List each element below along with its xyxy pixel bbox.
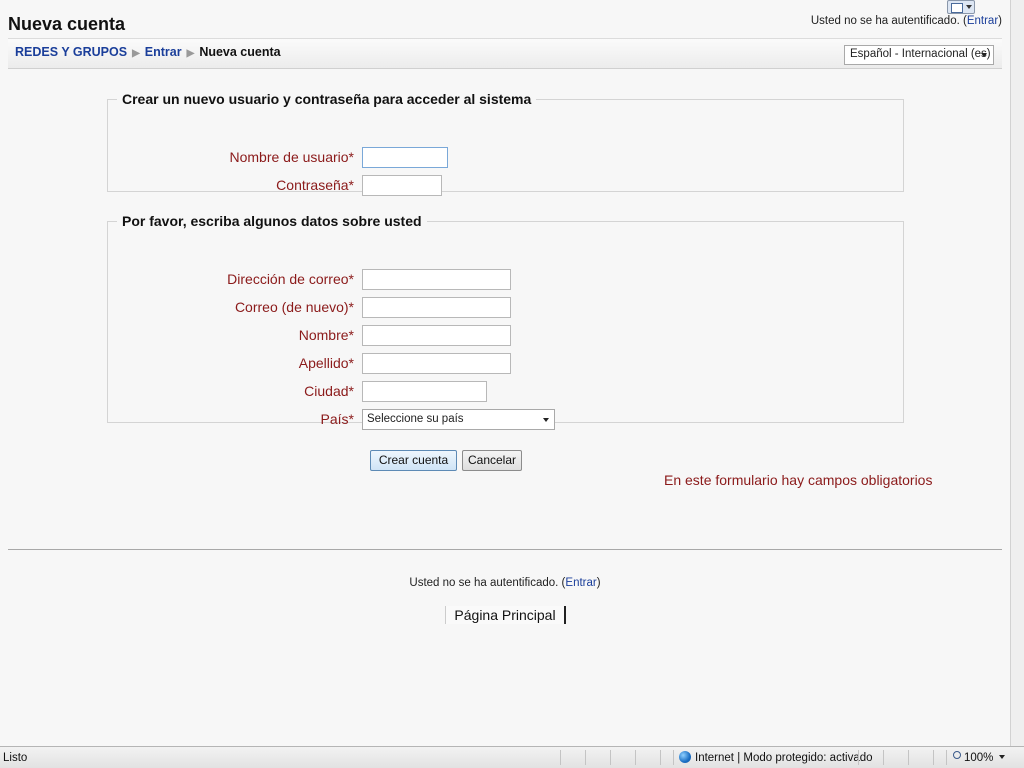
status-divider [610, 750, 611, 765]
form-row-city: Ciudad* [108, 381, 903, 403]
firstname-label: Nombre* [298, 327, 354, 343]
page-title: Nueva cuenta [8, 14, 126, 34]
country-label: País* [320, 411, 354, 427]
chevron-down-icon [981, 53, 987, 57]
login-link[interactable]: Entrar [967, 15, 998, 27]
status-divider [946, 750, 947, 765]
details-fieldset: Por favor, escriba algunos datos sobre u… [107, 213, 904, 430]
login-status-close: ) [998, 15, 1002, 27]
required-fields-note: En este formulario hay campos obligatori… [664, 472, 933, 488]
email-label: Dirección de correo* [227, 271, 354, 287]
form-row-lastname: Apellido* [108, 353, 903, 375]
zoom-dropdown-icon[interactable] [999, 755, 1005, 759]
status-divider [933, 750, 934, 765]
lastname-label: Apellido* [298, 355, 354, 371]
footer-divider [8, 549, 1002, 550]
country-select-value: Seleccione su país [367, 413, 464, 425]
login-info: Usted no se ha autentificado. (Entrar) [811, 15, 1002, 27]
footer-login-info: Usted no se ha autentificado. (Entrar) [0, 577, 1010, 589]
create-account-button[interactable]: Crear cuenta [370, 450, 457, 471]
navigation-bar: REDES Y GRUPOS ▶ Entrar ▶ Nueva cuenta Españ… [8, 38, 1002, 69]
form-row-email-confirm: Correo (de nuevo)* [108, 297, 903, 319]
city-label: Ciudad* [304, 383, 354, 399]
email-input[interactable] [362, 269, 511, 290]
language-select-value: Español - Internacional (es) [850, 48, 991, 60]
breadcrumb-current: Nueva cuenta [199, 45, 281, 59]
footer-login-link[interactable]: Entrar [565, 577, 596, 589]
footer-login-close: ) [596, 577, 601, 589]
lastname-input[interactable] [362, 353, 511, 374]
breadcrumb-login-link[interactable]: Entrar [145, 45, 182, 59]
form-row-country: País* Seleccione su país [108, 409, 903, 431]
email-confirm-label: Correo (de nuevo)* [234, 299, 354, 315]
breadcrumb: REDES Y GRUPOS ▶ Entrar ▶ Nueva cuenta [15, 45, 281, 59]
username-label: Nombre de usuario* [229, 149, 354, 165]
globe-icon [679, 751, 691, 763]
page-options-icon[interactable] [947, 0, 975, 14]
status-divider [585, 750, 586, 765]
home-page-link[interactable]: Página Principal [445, 606, 566, 624]
status-divider [883, 750, 884, 765]
login-status-text: Usted no se ha autentificado. ( [810, 15, 967, 27]
form-row-email: Dirección de correo* [108, 269, 903, 291]
footer-login-text: Usted no se ha autentificado. ( [409, 577, 566, 589]
browser-status-bar: Listo Internet | Modo protegido: activad… [0, 746, 1024, 768]
cancel-button[interactable]: Cancelar [462, 450, 522, 471]
vertical-scrollbar[interactable] [1010, 0, 1024, 746]
details-legend: Por favor, escriba algunos datos sobre u… [122, 213, 422, 229]
account-fieldset: Crear un nuevo usuario y contraseña para… [107, 91, 904, 196]
form-row-password: Contraseña* [108, 175, 903, 197]
chevron-down-icon [543, 418, 549, 422]
status-divider [635, 750, 636, 765]
zoom-level[interactable]: 100% [964, 752, 993, 764]
city-input[interactable] [362, 381, 487, 402]
firstname-input[interactable] [362, 325, 511, 346]
account-legend: Crear un nuevo usuario y contraseña para… [122, 91, 532, 107]
status-divider [560, 750, 561, 765]
password-input[interactable] [362, 175, 442, 196]
form-row-firstname: Nombre* [108, 325, 903, 347]
breadcrumb-separator-icon: ▶ [186, 48, 195, 59]
password-label: Contraseña* [276, 177, 354, 193]
status-text: Listo [3, 752, 28, 764]
status-divider [908, 750, 909, 765]
username-input[interactable] [362, 147, 448, 168]
browser-page: Nueva cuenta Usted no se ha autentificad… [0, 0, 1010, 746]
language-select[interactable]: Español - Internacional (es) [844, 45, 994, 65]
status-divider [858, 750, 859, 765]
zoom-icon[interactable] [953, 751, 961, 759]
breadcrumb-separator-icon: ▶ [132, 48, 140, 59]
email-confirm-input[interactable] [362, 297, 511, 318]
status-divider [660, 750, 661, 765]
security-zone-text: Internet | Modo protegido: activado [695, 752, 873, 764]
country-select[interactable]: Seleccione su país [362, 409, 555, 430]
breadcrumb-site-link[interactable]: REDES Y GRUPOS [15, 45, 127, 59]
status-divider [673, 750, 674, 765]
form-row-username: Nombre de usuario* [108, 147, 903, 169]
